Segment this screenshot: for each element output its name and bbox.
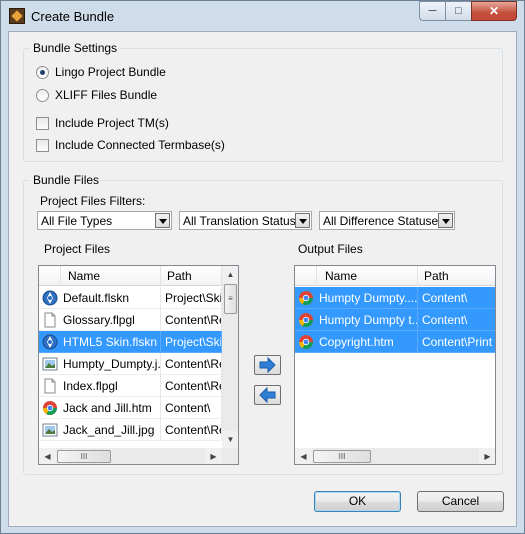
file-name-cell[interactable]: Index.flpgl: [39, 375, 161, 397]
horizontal-scrollbar[interactable]: ◀ III ▶: [295, 448, 495, 464]
scroll-thumb[interactable]: III: [57, 450, 111, 463]
file-types-filter[interactable]: All File Types: [37, 211, 172, 230]
column-path[interactable]: Path: [418, 266, 495, 286]
dialog-body: Bundle Settings Lingo Project Bundle XLI…: [8, 31, 517, 527]
file-name: Copyright.htm: [319, 335, 394, 349]
include-tm-checkbox[interactable]: [36, 117, 49, 130]
xliff-bundle-radio[interactable]: [36, 89, 49, 102]
file-name-cell[interactable]: Default.flskn: [39, 287, 161, 309]
file-name: Jack and Jill.htm: [63, 401, 152, 415]
scroll-left-button[interactable]: ◀: [39, 448, 56, 464]
scroll-left-button[interactable]: ◀: [295, 448, 312, 464]
scroll-right-button[interactable]: ▶: [205, 448, 222, 464]
bundle-settings-title: Bundle Settings: [30, 41, 121, 55]
translation-status-filter-value: All Translation Statuses: [183, 214, 309, 228]
chevron-down-icon[interactable]: [438, 213, 453, 228]
remove-from-output-button[interactable]: [254, 385, 281, 405]
file-name-cell[interactable]: Humpty Dumpty t...: [295, 309, 418, 331]
scroll-thumb[interactable]: III: [313, 450, 371, 463]
output-files-label: Output Files: [298, 242, 363, 256]
scroll-right-button[interactable]: ▶: [479, 448, 495, 464]
close-button[interactable]: ✕: [471, 1, 517, 21]
file-name-cell[interactable]: Humpty_Dumpty.j...: [39, 353, 161, 375]
file-name-cell[interactable]: HTML5 Skin.flskn: [39, 331, 161, 353]
file-name-cell[interactable]: Copyright.htm: [295, 331, 418, 353]
create-bundle-dialog: Create Bundle ─ □ ✕ Bundle Settings Ling…: [0, 0, 525, 534]
include-termbase-checkbox[interactable]: [36, 139, 49, 152]
file-name: Glossary.flpgl: [63, 313, 135, 327]
maximize-button[interactable]: □: [445, 1, 471, 21]
vertical-scrollbar[interactable]: ▲ ≡ ▼: [222, 266, 238, 448]
lingo-bundle-label[interactable]: Lingo Project Bundle: [55, 65, 166, 79]
minimize-button[interactable]: ─: [419, 1, 445, 21]
chevron-down-icon[interactable]: [295, 213, 310, 228]
cancel-button[interactable]: Cancel: [417, 491, 504, 512]
xliff-bundle-label[interactable]: XLIFF Files Bundle: [55, 88, 157, 102]
list-item[interactable]: Copyright.htm Content\Print On: [295, 331, 495, 353]
horizontal-scrollbar[interactable]: ◀ III ▶: [39, 448, 238, 464]
file-name: Default.flskn: [63, 291, 130, 305]
window-title: Create Bundle: [31, 9, 115, 24]
file-path-cell[interactable]: Content\: [161, 397, 222, 419]
file-name: Humpty Dumpty t...: [319, 313, 418, 327]
bundle-files-title: Bundle Files: [30, 173, 103, 187]
column-path[interactable]: Path: [161, 266, 222, 286]
project-files-list[interactable]: Name Path Default.flsknProject\SkinGloss…: [38, 265, 239, 465]
file-path-cell[interactable]: Content\Res: [161, 309, 222, 331]
lingo-bundle-radio[interactable]: [36, 66, 49, 79]
add-to-output-button[interactable]: [254, 355, 281, 375]
file-name: Humpty Dumpty.....: [319, 291, 418, 305]
file-path-cell[interactable]: Content\Res: [161, 353, 222, 375]
file-path-cell[interactable]: Project\Skin: [161, 287, 222, 309]
file-path-cell[interactable]: Project\Skin: [161, 331, 222, 353]
file-name-cell[interactable]: Glossary.flpgl: [39, 309, 161, 331]
file-name: Index.flpgl: [63, 379, 118, 393]
file-name-cell[interactable]: Humpty Dumpty.....: [295, 287, 418, 309]
file-path-cell[interactable]: Content\Res: [161, 419, 222, 441]
file-name: Jack_and_Jill.jpg: [63, 423, 155, 437]
file-path-cell[interactable]: Content\: [418, 287, 495, 309]
difference-status-filter-value: All Difference Statuses: [323, 214, 445, 228]
include-tm-label[interactable]: Include Project TM(s): [55, 116, 169, 130]
file-path-cell[interactable]: Content\Print On: [418, 331, 495, 353]
arrow-left-icon: [259, 386, 276, 404]
list-item[interactable]: Glossary.flpgl Content\Res: [39, 309, 222, 331]
ok-button[interactable]: OK: [314, 491, 401, 512]
difference-status-filter[interactable]: All Difference Statuses: [319, 211, 455, 230]
file-name-cell[interactable]: Jack_and_Jill.jpg: [39, 419, 161, 441]
output-files-header: Name Path: [295, 266, 495, 286]
list-item[interactable]: Jack and Jill.htm Content\: [39, 397, 222, 419]
arrow-right-icon: [259, 356, 276, 374]
output-files-list[interactable]: Name Path Humpty Dumpty..... Content\ Hump…: [294, 265, 496, 465]
scroll-up-button[interactable]: ▲: [222, 266, 238, 283]
title-bar[interactable]: Create Bundle ─ □ ✕: [1, 1, 524, 31]
file-name-cell[interactable]: Jack and Jill.htm: [39, 397, 161, 419]
filters-label: Project Files Filters:: [40, 194, 146, 208]
chevron-down-icon[interactable]: [155, 213, 170, 228]
project-files-header: Name Path: [39, 266, 222, 286]
list-item[interactable]: Humpty Dumpty..... Content\: [295, 287, 495, 309]
list-item[interactable]: HTML5 Skin.flsknProject\Skin: [39, 331, 222, 353]
file-types-filter-value: All File Types: [41, 214, 113, 228]
header-icon-column: [295, 266, 317, 286]
bundle-settings-group: Bundle Settings Lingo Project Bundle XLI…: [23, 41, 503, 162]
file-path-cell[interactable]: Content\Res: [161, 375, 222, 397]
project-files-label: Project Files: [44, 242, 111, 256]
scroll-down-button[interactable]: ▼: [222, 431, 238, 448]
include-termbase-label[interactable]: Include Connected Termbase(s): [55, 138, 225, 152]
column-name[interactable]: Name: [317, 266, 418, 286]
list-item[interactable]: Index.flpgl Content\Res: [39, 375, 222, 397]
list-item[interactable]: Humpty_Dumpty.j...Content\Res: [39, 353, 222, 375]
header-icon-column: [39, 266, 61, 286]
list-item[interactable]: Default.flskn Project\Skin: [39, 287, 222, 309]
list-item[interactable]: Humpty Dumpty t... Content\: [295, 309, 495, 331]
scroll-thumb[interactable]: ≡: [224, 284, 237, 314]
translation-status-filter[interactable]: All Translation Statuses: [179, 211, 312, 230]
file-name: Humpty_Dumpty.j...: [63, 357, 161, 371]
list-item[interactable]: Jack_and_Jill.jpg Content\Res: [39, 419, 222, 441]
column-name[interactable]: Name: [61, 266, 161, 286]
file-name: HTML5 Skin.flskn: [63, 335, 158, 349]
file-path-cell[interactable]: Content\: [418, 309, 495, 331]
app-icon: [9, 8, 25, 24]
